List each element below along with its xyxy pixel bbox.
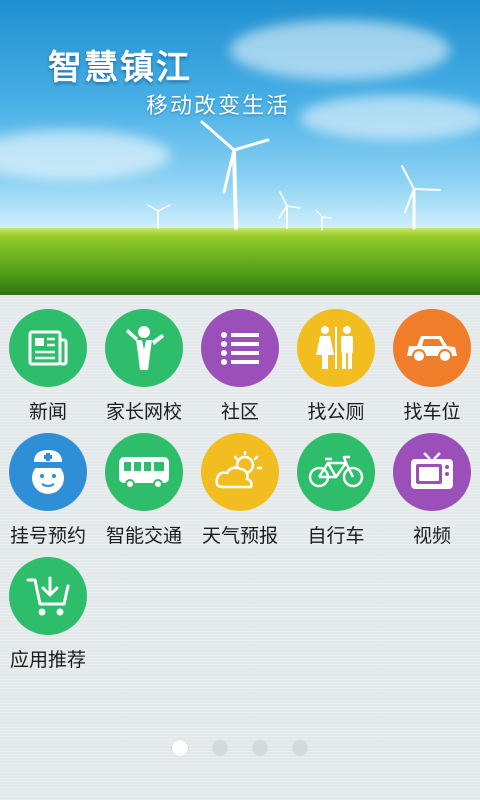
app-weather[interactable]: 天气预报	[192, 433, 288, 548]
newspaper-icon	[9, 309, 87, 387]
page-dot[interactable]	[212, 740, 228, 756]
app-community[interactable]: 社区	[192, 309, 288, 424]
app-news[interactable]: 新闻	[0, 309, 96, 424]
restroom-icon	[297, 309, 375, 387]
banner-title: 智慧镇江	[48, 48, 192, 88]
app-find-restroom[interactable]: 找公厕	[288, 309, 384, 424]
app-bicycle[interactable]: 自行车	[288, 433, 384, 548]
app-label: 应用推荐	[9, 649, 86, 671]
app-find-parking[interactable]: 找车位	[384, 309, 480, 424]
app-label: 视频	[412, 525, 451, 547]
app-parent-school[interactable]: 家长网校	[96, 309, 192, 424]
app-label: 找车位	[403, 401, 461, 423]
app-appointment[interactable]: 挂号预约	[0, 433, 96, 548]
list-icon	[201, 309, 279, 387]
app-label: 社区	[220, 401, 259, 423]
app-recommend[interactable]: 应用推荐	[0, 557, 96, 672]
download-cart-icon	[9, 557, 87, 635]
tv-icon	[393, 433, 471, 511]
app-label: 新闻	[28, 401, 67, 423]
app-video[interactable]: 视频	[384, 433, 480, 548]
nurse-icon	[9, 433, 87, 511]
page-dot[interactable]	[292, 740, 308, 756]
bicycle-icon	[297, 433, 375, 511]
app-smart-traffic[interactable]: 智能交通	[96, 433, 192, 548]
page-indicator[interactable]	[0, 740, 480, 758]
car-icon	[393, 309, 471, 387]
teacher-icon	[105, 309, 183, 387]
banner-subtitle: 移动改变生活	[146, 94, 291, 119]
weather-icon	[201, 433, 279, 511]
app-label: 天气预报	[201, 525, 278, 547]
page-dot[interactable]	[252, 740, 268, 756]
banner: 智慧镇江 移动改变生活	[0, 0, 480, 295]
app-label: 挂号预约	[9, 525, 86, 547]
app-label: 找公厕	[307, 401, 365, 423]
bus-icon	[105, 433, 183, 511]
app-label: 家长网校	[105, 401, 182, 423]
app-label: 自行车	[307, 525, 365, 547]
page-dot-active[interactable]	[172, 740, 188, 756]
app-label: 智能交通	[105, 525, 182, 547]
